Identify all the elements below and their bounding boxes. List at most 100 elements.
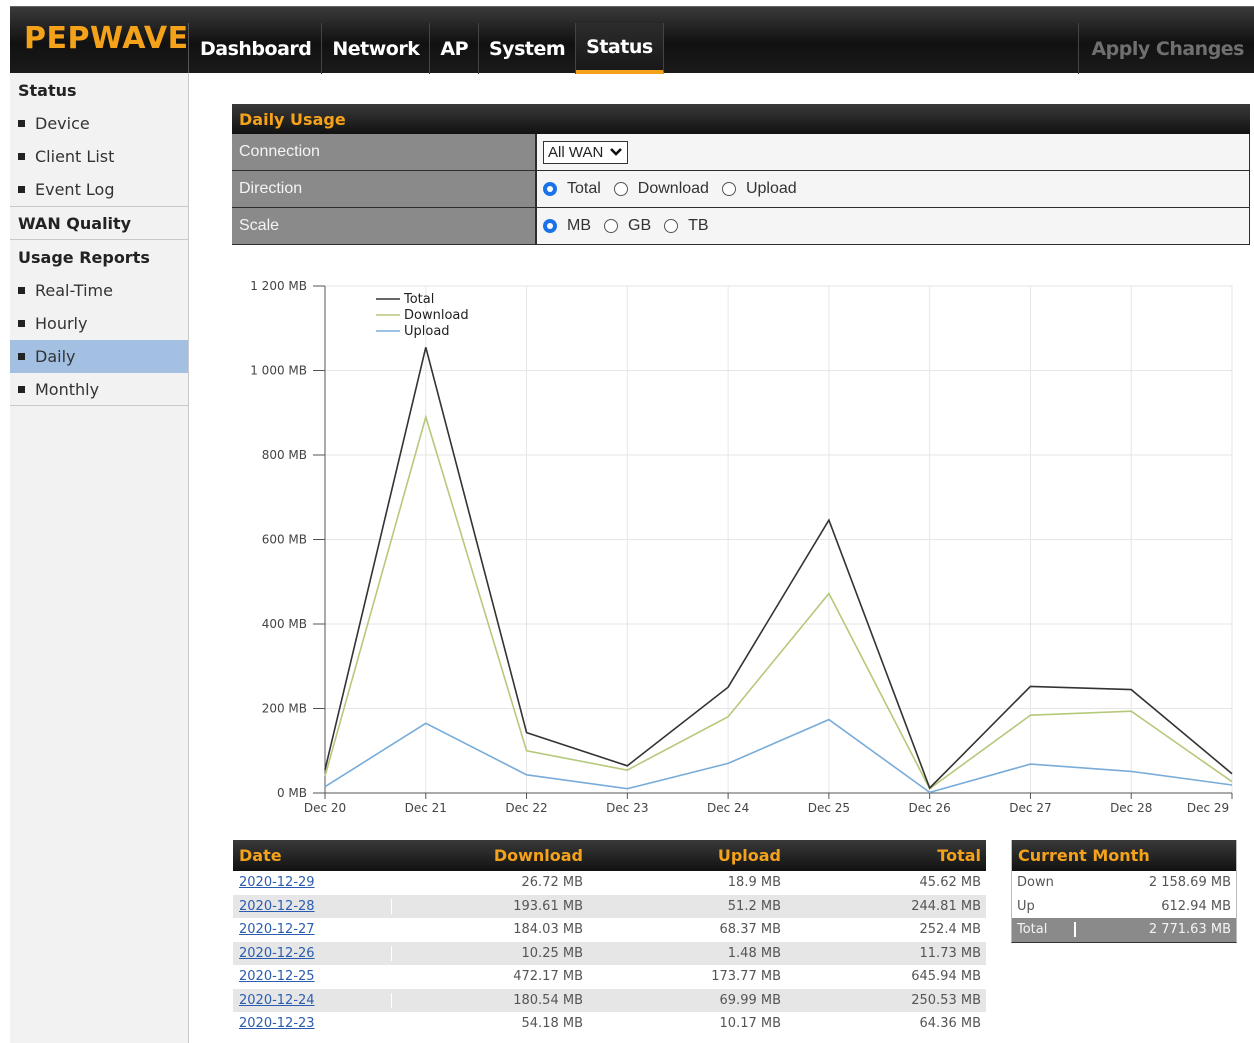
- nav-system[interactable]: System: [479, 23, 577, 74]
- date-cell: 2020-12-24: [233, 993, 391, 1008]
- header-download[interactable]: Download: [391, 846, 587, 865]
- table-row: 2020-12-26 10.25 MB 1.48 MB 11.73 MB: [233, 941, 986, 965]
- y-tick-label: 0 MB: [277, 786, 307, 800]
- chevron-down-icon: [610, 148, 623, 156]
- sidebar-header-status: Status: [18, 80, 77, 100]
- sidebar-item-label: Monthly: [35, 379, 100, 399]
- sidebar-item-label: Device: [35, 114, 90, 133]
- date-link[interactable]: 2020-12-28: [239, 899, 315, 914]
- x-tick-label: Dec 28: [1110, 801, 1152, 815]
- y-tick-label: 1 200 MB: [250, 279, 307, 293]
- nav-status[interactable]: Status: [576, 23, 664, 74]
- download-cell: 54.18 MB: [391, 1016, 587, 1032]
- date-link[interactable]: 2020-12-27: [239, 922, 315, 937]
- direction-label: Direction: [232, 171, 537, 207]
- daily-usage-panel: Daily Usage Connection All WAN Direction…: [232, 104, 1250, 245]
- sidebar-item-label: Client List: [35, 147, 115, 166]
- download-cell: 193.61 MB: [391, 898, 587, 914]
- date-cell: 2020-12-29: [233, 875, 391, 890]
- month-up-label: Up: [1017, 898, 1035, 914]
- daily-usage-chart: 0 MB 200 MB 400 MB 600 MB 800 MB 1 000 MB 1 20…: [232, 268, 1252, 828]
- radio-checked-icon: [543, 182, 557, 196]
- month-row-up: Up 612.94 MB: [1012, 895, 1236, 919]
- sidebar-item-real-time[interactable]: Real-Time: [10, 274, 188, 307]
- header-date[interactable]: Date: [233, 846, 391, 865]
- panel-title: Daily Usage: [232, 104, 1250, 134]
- scale-radio-mb[interactable]: MB: [543, 217, 591, 235]
- table-row: 2020-12-23 54.18 MB 10.17 MB 64.36 MB: [233, 1012, 986, 1036]
- connection-row: Connection All WAN: [232, 134, 1250, 171]
- download-cell: 10.25 MB: [391, 945, 587, 961]
- month-up-value: 612.94 MB: [1161, 898, 1231, 914]
- date-link[interactable]: 2020-12-26: [239, 946, 315, 961]
- date-link[interactable]: 2020-12-29: [239, 875, 315, 890]
- sidebar-item-monthly[interactable]: Monthly: [10, 373, 188, 406]
- main-nav: Dashboard Network AP System Status: [190, 23, 664, 74]
- sidebar-item-label: Real-Time: [35, 281, 113, 300]
- total-cell: 64.36 MB: [919, 1016, 981, 1032]
- direction-radio-download[interactable]: Download: [613, 180, 709, 198]
- month-total-label: Total: [1012, 922, 1076, 938]
- radio-unchecked-icon: [604, 219, 618, 233]
- y-tick-label: 600 MB: [262, 533, 307, 547]
- radio-unchecked-icon: [721, 182, 736, 196]
- date-link[interactable]: 2020-12-23: [239, 1016, 315, 1031]
- date-cell: 2020-12-28: [233, 899, 391, 914]
- header-upload[interactable]: Upload: [587, 846, 785, 865]
- download-cell: 184.03 MB: [391, 922, 587, 938]
- download-cell: 472.17 MB: [391, 969, 587, 985]
- month-down-value: 2 158.69 MB: [1148, 875, 1231, 891]
- sidebar-item-wan-quality[interactable]: WAN Quality: [10, 206, 188, 240]
- pepwave-logo[interactable]: PEPWAVE: [24, 21, 189, 56]
- nav-network[interactable]: Network: [322, 23, 431, 74]
- daily-usage-table: Date Download Upload Total 2020-12-29 26.…: [233, 840, 986, 1036]
- sidebar-header-usage-reports: Usage Reports: [18, 247, 150, 267]
- total-cell: 45.62 MB: [919, 875, 981, 891]
- total-cell: 11.73 MB: [919, 945, 981, 961]
- nav-dashboard[interactable]: Dashboard: [190, 23, 323, 74]
- upload-cell: 10.17 MB: [719, 1016, 781, 1032]
- current-month-title: Current Month: [1012, 840, 1236, 871]
- radio-unchecked-icon: [664, 219, 679, 233]
- date-cell: 2020-12-26: [233, 946, 391, 961]
- table-header: Date Download Upload Total: [233, 840, 986, 871]
- sidebar-item-client-list[interactable]: Client List: [10, 140, 188, 173]
- legend-label: Upload: [404, 324, 450, 339]
- connection-select[interactable]: All WAN: [543, 140, 629, 164]
- upload-cell: 173.77 MB: [711, 969, 781, 985]
- connection-select-value: All WAN: [548, 143, 604, 161]
- logo-divider: [188, 23, 189, 74]
- sidebar-item-device[interactable]: Device: [10, 107, 188, 140]
- scale-radio-tb[interactable]: TB: [664, 217, 709, 235]
- date-cell: 2020-12-25: [233, 969, 391, 984]
- date-link[interactable]: 2020-12-24: [239, 993, 315, 1008]
- date-link[interactable]: 2020-12-25: [239, 969, 315, 984]
- table-row: 2020-12-28 193.61 MB 51.2 MB 244.81 MB: [233, 894, 986, 918]
- sidebar-item-label: Event Log: [35, 180, 115, 199]
- direction-radio-upload[interactable]: Upload: [721, 180, 797, 198]
- month-total-value: 2 771.63 MB: [1148, 922, 1231, 938]
- sidebar-item-hourly[interactable]: Hourly: [10, 307, 188, 340]
- chart-svg: 0 MB 200 MB 400 MB 600 MB 800 MB 1 000 MB 1 20…: [250, 279, 1233, 815]
- table-body: 2020-12-29 26.72 MB 18.9 MB 45.62 MB 2020-12…: [233, 871, 986, 1036]
- sidebar-item-event-log[interactable]: Event Log: [10, 173, 188, 206]
- scale-radio-gb[interactable]: GB: [604, 217, 651, 235]
- download-cell: 26.72 MB: [391, 875, 587, 891]
- sidebar-item-daily[interactable]: Daily: [10, 340, 188, 373]
- bullet-icon: [18, 353, 25, 360]
- download-cell: 180.54 MB: [391, 992, 587, 1008]
- y-tick-label: 400 MB: [262, 617, 307, 631]
- upload-cell: 51.2 MB: [727, 898, 781, 914]
- header-total[interactable]: Total: [785, 846, 985, 865]
- month-row-total: Total 2 771.63 MB: [1012, 918, 1236, 942]
- nav-ap[interactable]: AP: [430, 23, 479, 74]
- scale-label: Scale: [232, 208, 537, 244]
- total-cell: 645.94 MB: [911, 969, 981, 985]
- direction-radio-total[interactable]: Total: [543, 180, 601, 198]
- bullet-icon: [18, 385, 25, 393]
- table-row: 2020-12-25 472.17 MB 173.77 MB 645.94 MB: [233, 965, 986, 989]
- y-tick-label: 800 MB: [262, 448, 307, 462]
- total-cell: 250.53 MB: [911, 992, 981, 1008]
- x-tick-label: Dec 23: [606, 801, 648, 815]
- apply-changes-button[interactable]: Apply Changes: [1078, 23, 1244, 74]
